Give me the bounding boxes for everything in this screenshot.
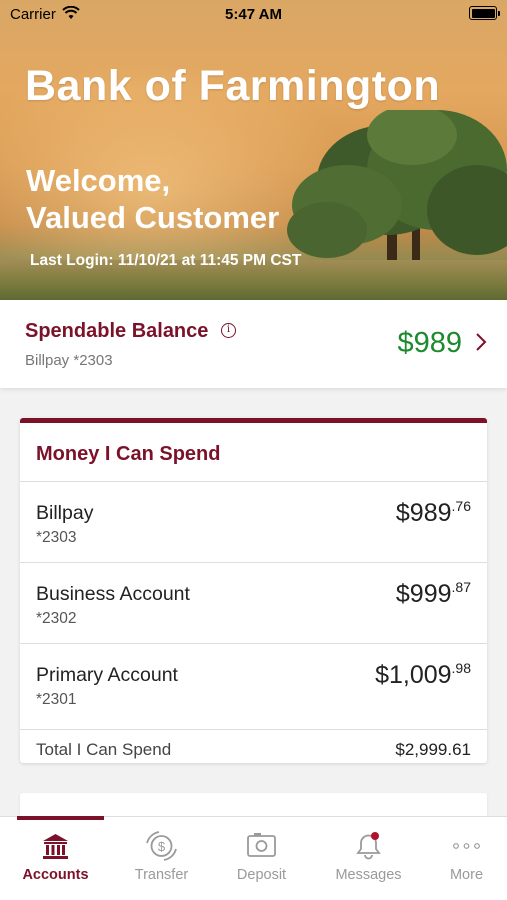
bank-icon [43,834,68,859]
card-title: Money I Can Spend [36,443,221,465]
tab-deposit[interactable]: Deposit [211,817,312,900]
tab-label: Accounts [22,867,89,883]
svg-text:$: $ [158,839,166,854]
account-row-primary[interactable]: Primary Account *2301 $1,009.98 [20,643,487,724]
bank-logo-text: Bank of Farmington [25,62,441,110]
account-name: Business Account [36,583,190,605]
tab-bar: Accounts $ Transfer Deposit Messages Mor… [0,816,507,900]
welcome-line2: Valued Customer [26,200,280,235]
hero-banner: Carrier 5:47 AM Bank of Farmington Welco… [0,0,507,300]
more-dots-icon [453,843,480,849]
info-icon[interactable]: i [221,323,236,338]
account-number: *2302 [36,610,77,627]
transfer-icon: $ [146,831,177,861]
total-row: Total I Can Spend $2,999.61 [20,729,487,767]
money-i-can-spend-card: Money I Can Spend Billpay *2303 $989.76 … [20,418,487,763]
account-balance: $1,009.98 [375,660,471,689]
account-number: *2303 [36,529,77,546]
clock: 5:47 AM [225,6,282,23]
camera-icon [247,833,276,857]
welcome-heading: Welcome, Valued Customer [26,162,279,236]
account-name: Primary Account [36,664,178,686]
tab-label: Transfer [134,867,189,883]
tab-more[interactable]: More [416,817,507,900]
spendable-title: Spendable Balance [25,320,209,342]
account-row-billpay[interactable]: Billpay *2303 $989.76 [20,481,487,562]
tab-transfer[interactable]: $ Transfer [111,817,212,900]
spendable-balance-row[interactable]: Spendable Balance i Billpay *2303 $989 [0,300,507,388]
spendable-account: Billpay *2303 [25,352,113,369]
status-bar: Carrier 5:47 AM [0,0,507,28]
welcome-line1: Welcome, [26,163,171,198]
tab-messages[interactable]: Messages [318,817,419,900]
chevron-right-icon [476,333,487,351]
battery-icon [469,6,500,20]
bell-icon [356,832,381,860]
tab-label: Deposit [236,867,287,883]
account-row-business[interactable]: Business Account *2302 $999.87 [20,562,487,643]
spendable-amount: $989 [397,327,462,359]
total-value: $2,999.61 [395,740,471,759]
tab-label: Messages [335,867,402,883]
tab-label: More [449,867,484,883]
account-number: *2301 [36,691,77,708]
account-balance: $999.87 [395,579,471,608]
account-name: Billpay [36,502,94,524]
tab-accounts[interactable]: Accounts [5,816,106,900]
last-login-text: Last Login: 11/10/21 at 11:45 PM CST [30,252,302,269]
account-balance: $989.76 [395,498,471,527]
total-label: Total I Can Spend [36,740,172,759]
